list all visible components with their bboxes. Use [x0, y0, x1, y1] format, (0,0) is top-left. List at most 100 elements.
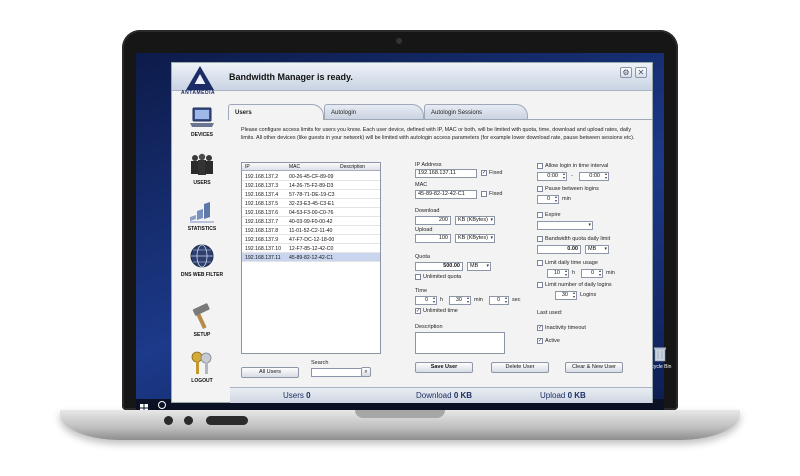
ip-fixed-checkbox[interactable]: ✓	[481, 170, 487, 176]
close-icon[interactable]: ✕	[635, 67, 647, 78]
description-field[interactable]	[415, 332, 505, 354]
instructions-text: Please configure access limits for users…	[241, 127, 635, 141]
interval-from-stepper[interactable]: 0:00 ▴ ▾	[537, 172, 567, 181]
pause-value: 0	[546, 196, 550, 202]
table-row[interactable]: 192.168.137.4 57-78-71-DE-19-C3	[242, 190, 380, 199]
table-row[interactable]: 192.168.137.8 11-01-52-C2-11-40	[242, 226, 380, 235]
active-checkbox[interactable]: ✓	[537, 338, 543, 344]
sidebar-item-devices[interactable]: DEVICES	[174, 105, 230, 151]
tab-users[interactable]: Users	[228, 104, 324, 120]
upload-unit-select[interactable]: KB (KBytes) ▾	[455, 234, 495, 243]
download-unit-select[interactable]: KB (KBytes) ▾	[455, 216, 495, 225]
interval-separator: -	[571, 173, 573, 179]
table-row[interactable]: 192.168.137.9 47-F7-DC-12-18-00	[242, 235, 380, 244]
sidebar-item-statistics[interactable]: STATISTICS	[174, 197, 230, 243]
tab-autologin[interactable]: Autologin	[324, 104, 424, 120]
laptop-mockup: Recycle Bin ANTAMEDIA Bandwidth Manager …	[0, 0, 800, 476]
interval-to-stepper[interactable]: 0:00 ▴ ▾	[579, 172, 609, 181]
daily-logins-stepper[interactable]: 30 ▴ ▾	[555, 291, 577, 300]
table-cell-ip: 192.168.137.9	[245, 237, 279, 243]
spin-arrows-icon: ▴ ▾	[572, 290, 575, 299]
pause-stepper[interactable]: 0 ▴ ▾	[537, 195, 559, 204]
time-hours-stepper[interactable]: 0 ▴ ▾	[415, 296, 437, 305]
download-rate-field[interactable]: 200	[415, 216, 451, 225]
taskbar-search-icon[interactable]	[158, 401, 166, 409]
users-count-value: 0	[306, 391, 311, 400]
daily-quota-field[interactable]: 0.00	[537, 245, 581, 254]
unlimited-time-checkbox[interactable]: ✓	[415, 308, 421, 314]
search-icon[interactable]: ⌕	[361, 367, 371, 377]
spin-arrows-icon: ▴ ▾	[598, 268, 601, 277]
table-cell-mac: 57-78-71-DE-19-C3	[289, 192, 335, 198]
time-minutes-stepper[interactable]: 30 ▴ ▾	[449, 296, 471, 305]
pause-unit: min	[562, 196, 571, 202]
description-label: Description	[415, 324, 443, 330]
table-row[interactable]: 192.168.137.5 32-23-E3-45-C3-E1	[242, 199, 380, 208]
mac-fixed-label: Fixed	[489, 191, 503, 197]
port	[164, 416, 173, 425]
table-cell-mac: 32-23-E3-45-C3-E1	[289, 201, 335, 207]
table-cell-mac: 11-01-52-C2-11-40	[289, 228, 333, 234]
daily-logins-checkbox[interactable]	[537, 282, 543, 288]
chevron-down-icon: ▾	[486, 263, 489, 269]
mac-field[interactable]: 45-89-82-12-42-C1	[415, 190, 477, 199]
mac-fixed-checkbox[interactable]	[481, 191, 487, 197]
download-unit-value: KB (KBytes)	[458, 217, 488, 223]
table-row[interactable]: 192.168.137.3 14-26-75-F2-89-D3	[242, 181, 380, 190]
table-row[interactable]: 192.168.137.7 40-03-99-F0-00-42	[242, 217, 380, 226]
tab-autologin-sessions[interactable]: Autologin Sessions	[424, 104, 528, 120]
allow-login-checkbox[interactable]	[537, 163, 543, 169]
table-cell-mac: 40-03-99-F0-00-42	[289, 219, 333, 225]
pause-between-logins-checkbox[interactable]	[537, 186, 543, 192]
ip-address-field[interactable]: 192.168.137.11	[415, 169, 477, 178]
mac-label: MAC	[415, 182, 428, 188]
daily-logins-label: Limit number of daily logins	[545, 282, 612, 288]
spin-arrows-icon: ▴ ▾	[432, 295, 435, 304]
daily-time-checkbox[interactable]	[537, 260, 543, 266]
table-cell-mac: 04-53-F3-00-C0-76	[289, 210, 334, 216]
daily-quota-unit-select[interactable]: MB ▾	[585, 245, 609, 254]
sidebar-item-setup[interactable]: SETUP	[174, 303, 230, 349]
inactivity-timeout-checkbox[interactable]: ✓	[537, 325, 543, 331]
recycle-bin-icon[interactable]	[653, 346, 667, 362]
time-seconds-stepper[interactable]: 0 ▴ ▾	[489, 296, 509, 305]
delete-user-button[interactable]: Delete User	[491, 362, 549, 373]
quota-unit-select[interactable]: MB ▾	[467, 262, 491, 271]
ip-fixed-label: Fixed	[489, 170, 503, 176]
settings-icon[interactable]: ⚙	[620, 67, 632, 78]
clear-new-user-button[interactable]: Clear & New User	[565, 362, 623, 373]
sidebar-item-logout[interactable]: LOGOUT	[174, 349, 230, 395]
column-header-mac: MAC	[289, 164, 301, 170]
daily-quota-label: Bandwidth quota daily limit	[545, 236, 611, 242]
table-cell-mac: 45-89-82-12-42-C1	[289, 255, 334, 261]
table-cell-ip: 192.168.137.10	[245, 246, 282, 252]
sidebar-item-users[interactable]: USERS	[174, 151, 230, 197]
expire-date-select[interactable]: ▾	[537, 221, 593, 230]
save-user-button[interactable]: Save User	[415, 362, 473, 373]
ip-address-label: IP Address	[415, 162, 442, 168]
interval-from-value: 0:00	[547, 173, 558, 179]
table-row[interactable]: 192.168.137.2 00-26-45-CF-89-09	[242, 172, 380, 181]
table-cell-mac: 47-F7-DC-12-18-00	[289, 237, 335, 243]
users-table[interactable]: IP MAC Description 192.168.137.2 00-26-45…	[241, 162, 381, 354]
table-row[interactable]: 192.168.137.11 45-89-82-12-42-C1	[242, 253, 380, 262]
table-header: IP MAC Description	[242, 163, 380, 171]
daily-logins-value: 30	[561, 292, 568, 298]
unlimited-time-label: Unlimited time	[423, 308, 458, 314]
all-users-button[interactable]: All Users	[241, 367, 299, 378]
sidebar-item-dns-web-filter[interactable]: DNS WEB FILTER	[174, 243, 230, 289]
unlimited-quota-checkbox[interactable]	[415, 274, 421, 280]
upload-rate-field[interactable]: 100	[415, 234, 451, 243]
time-minutes-unit: min	[474, 297, 483, 303]
inactivity-timeout-label: Inactivity timeout	[545, 325, 586, 331]
download-total-label: Download	[416, 391, 452, 400]
windows-start-icon[interactable]	[139, 400, 149, 412]
table-row[interactable]: 192.168.137.6 04-53-F3-00-C0-76	[242, 208, 380, 217]
unlimited-quota-label: Unlimited quota	[423, 274, 462, 280]
daily-time-minutes-stepper[interactable]: 0 ▴ ▾	[581, 269, 603, 278]
expire-checkbox[interactable]	[537, 212, 543, 218]
daily-quota-checkbox[interactable]	[537, 236, 543, 242]
quota-field[interactable]: 500.00	[415, 262, 463, 271]
daily-time-hours-stepper[interactable]: 10 ▴ ▾	[547, 269, 569, 278]
table-row[interactable]: 192.168.137.10 12-F7-85-12-42-C0	[242, 244, 380, 253]
